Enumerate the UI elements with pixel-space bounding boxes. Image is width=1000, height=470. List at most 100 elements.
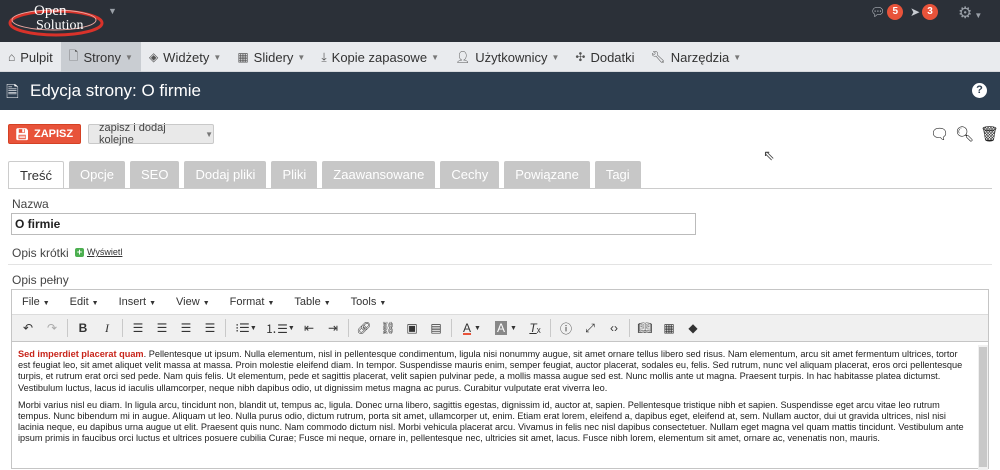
- comments-icon[interactable]: 🗨︎: [930, 125, 949, 143]
- home-icon: ⌂: [8, 50, 16, 64]
- align-justify-icon[interactable]: ☰: [198, 318, 222, 338]
- toolbar-separator: [225, 319, 226, 337]
- tab-powiazane[interactable]: Powiązane: [504, 161, 590, 188]
- redo-icon[interactable]: ↷: [40, 318, 64, 338]
- divider: [8, 264, 992, 265]
- tab-tresc[interactable]: Treść: [8, 161, 65, 188]
- show-link-label: Wyświetl: [87, 247, 123, 257]
- source-code-icon[interactable]: ‹›: [602, 318, 626, 338]
- align-left-icon[interactable]: ☰: [126, 318, 150, 338]
- menu-format[interactable]: Format ▼: [230, 296, 275, 308]
- plus-icon: +: [75, 246, 84, 257]
- chevron-down-icon: ▼: [297, 52, 306, 62]
- help-icon[interactable]: ⓘ: [554, 318, 578, 338]
- tab-seo[interactable]: SEO: [130, 161, 180, 188]
- menu-file[interactable]: File ▼: [22, 296, 50, 308]
- mouse-cursor-icon: ⇖: [763, 147, 775, 163]
- short-description-label: Opis krótki: [12, 246, 69, 260]
- toolbar-separator: [629, 319, 630, 337]
- gallery-icon[interactable]: ▦: [657, 318, 681, 338]
- notifications[interactable]: ➤ 3: [910, 4, 939, 20]
- editor-scrollbar[interactable]: [978, 345, 988, 470]
- bold-icon[interactable]: B: [71, 318, 95, 338]
- save-and-add-button[interactable]: zapisz i dodaj kolejne ▼: [88, 122, 214, 146]
- chevron-down-icon: ▼: [213, 52, 222, 62]
- unlink-icon[interactable]: ⛓︎: [376, 318, 400, 338]
- comments-notification[interactable]: 💬︎ 5: [870, 4, 904, 20]
- cube-icon: ◈: [148, 50, 159, 64]
- link-icon[interactable]: 🔗︎: [352, 318, 376, 338]
- media-icon[interactable]: ▤: [424, 318, 448, 338]
- paper-plane-icon: ➤: [910, 5, 921, 19]
- nav-item-kopie-zapasowe[interactable]: ⤓ Kopie zapasowe ▼: [313, 42, 447, 72]
- outdent-icon[interactable]: ⇤: [297, 318, 321, 338]
- nav-item-strony[interactable]: 🗋︎ Strony ▼: [60, 42, 141, 72]
- background-color-icon[interactable]: A ▼: [489, 318, 523, 338]
- trash-icon[interactable]: 🗑︎: [980, 125, 999, 143]
- image-icon[interactable]: ▣: [400, 318, 424, 338]
- nav-item-slidery[interactable]: ▦ Slidery ▼: [229, 42, 313, 72]
- editor-content[interactable]: Sed imperdiet placerat quam. Pellentesqu…: [18, 349, 968, 451]
- menu-label: Insert: [118, 296, 147, 308]
- menu-view[interactable]: View ▼: [176, 296, 210, 308]
- scrollbar-thumb[interactable]: [979, 347, 987, 467]
- open-solution-logo[interactable]: Open Solution: [6, 3, 106, 39]
- logo-dropdown-icon[interactable]: ▼: [108, 6, 117, 16]
- fullscreen-icon[interactable]: ⤢: [578, 318, 602, 338]
- italic-icon[interactable]: I: [95, 318, 119, 338]
- comments-count-badge: 5: [887, 4, 904, 20]
- toolbar-separator: [67, 319, 68, 337]
- tab-opcje[interactable]: Opcje: [69, 161, 125, 188]
- tab-dodaj-pliki[interactable]: Dodaj pliki: [184, 161, 267, 188]
- tab-zaawansowane[interactable]: Zaawansowane: [322, 161, 436, 188]
- chevron-down-icon: ▼: [551, 52, 560, 62]
- clear-formatting-icon[interactable]: Tₓ: [523, 318, 547, 338]
- nav-item-narzedzia[interactable]: 🔧︎ Narzędzia ▼: [643, 42, 750, 72]
- tab-cechy[interactable]: Cechy: [440, 161, 500, 188]
- nav-item-dodatki[interactable]: ✣ Dodatki: [567, 42, 642, 72]
- menu-table[interactable]: Table ▼: [294, 296, 330, 308]
- nav-label: Slidery: [253, 49, 294, 65]
- logo-text-solution: Solution: [36, 18, 84, 33]
- text-color-icon[interactable]: A ▼: [455, 318, 489, 338]
- save-button[interactable]: 💾︎ ZAPISZ: [8, 124, 81, 144]
- film-icon: ▦: [237, 50, 249, 64]
- bullet-list-icon[interactable]: ⁝☰ ▼: [229, 318, 263, 338]
- help-icon[interactable]: ?: [972, 83, 987, 98]
- align-right-icon[interactable]: ☰: [174, 318, 198, 338]
- numbered-list-icon[interactable]: ⒈☰ ▼: [263, 318, 297, 338]
- page-title: Edycja strony: O firmie: [30, 81, 201, 100]
- page-action-icons: 🗨︎ 🔍︎ 🗑︎: [930, 125, 999, 143]
- menu-label: Edit: [69, 296, 89, 308]
- chevron-down-icon: ▼: [379, 300, 387, 307]
- book-icon[interactable]: 📖︎: [633, 318, 657, 338]
- undo-icon[interactable]: ↶: [16, 318, 40, 338]
- full-description-label: Opis pełny: [12, 273, 69, 287]
- search-icon[interactable]: 🔍︎: [955, 125, 974, 143]
- document-icon: 🗋︎: [68, 48, 79, 63]
- document-icon: 🗎︎: [6, 84, 19, 101]
- nav-item-pulpit[interactable]: ⌂ Pulpit: [0, 42, 61, 72]
- widget-cube-icon[interactable]: ◆: [681, 318, 705, 338]
- nav-item-uzytkownicy[interactable]: 👤︎ Użytkownicy ▼: [447, 42, 567, 72]
- menu-insert[interactable]: Insert ▼: [119, 296, 156, 308]
- editor-toolbar: ↶ ↷ B I ☰ ☰ ☰ ☰ ⁝☰ ▼ ⒈☰ ▼ ⇤ ⇥ 🔗︎ ⛓︎ ▣ ▤ A ▼…: [12, 315, 988, 342]
- indent-icon[interactable]: ⇥: [321, 318, 345, 338]
- nav-label: Pulpit: [20, 49, 53, 65]
- menu-label: Table: [294, 296, 321, 308]
- nav-label: Kopie zapasowe: [331, 49, 428, 65]
- gear-icon[interactable]: ⚙ ▼: [958, 3, 982, 23]
- chevron-down-icon: ▼: [431, 52, 439, 62]
- menu-tools[interactable]: Tools ▼: [351, 296, 387, 308]
- nav-label: Użytkownicy: [475, 49, 548, 65]
- tab-tagi[interactable]: Tagi: [594, 161, 641, 188]
- menu-edit[interactable]: Edit ▼: [70, 296, 99, 308]
- menu-label: View: [176, 296, 200, 308]
- puzzle-icon: ✣: [575, 50, 586, 64]
- show-short-description-link[interactable]: + Wyświetl: [75, 247, 122, 257]
- nav-item-widzety[interactable]: ◈ Widżety ▼: [141, 42, 229, 72]
- align-center-icon[interactable]: ☰: [150, 318, 174, 338]
- tab-pliki[interactable]: Pliki: [271, 161, 318, 188]
- menu-label: Format: [229, 296, 265, 308]
- name-input[interactable]: [11, 213, 696, 235]
